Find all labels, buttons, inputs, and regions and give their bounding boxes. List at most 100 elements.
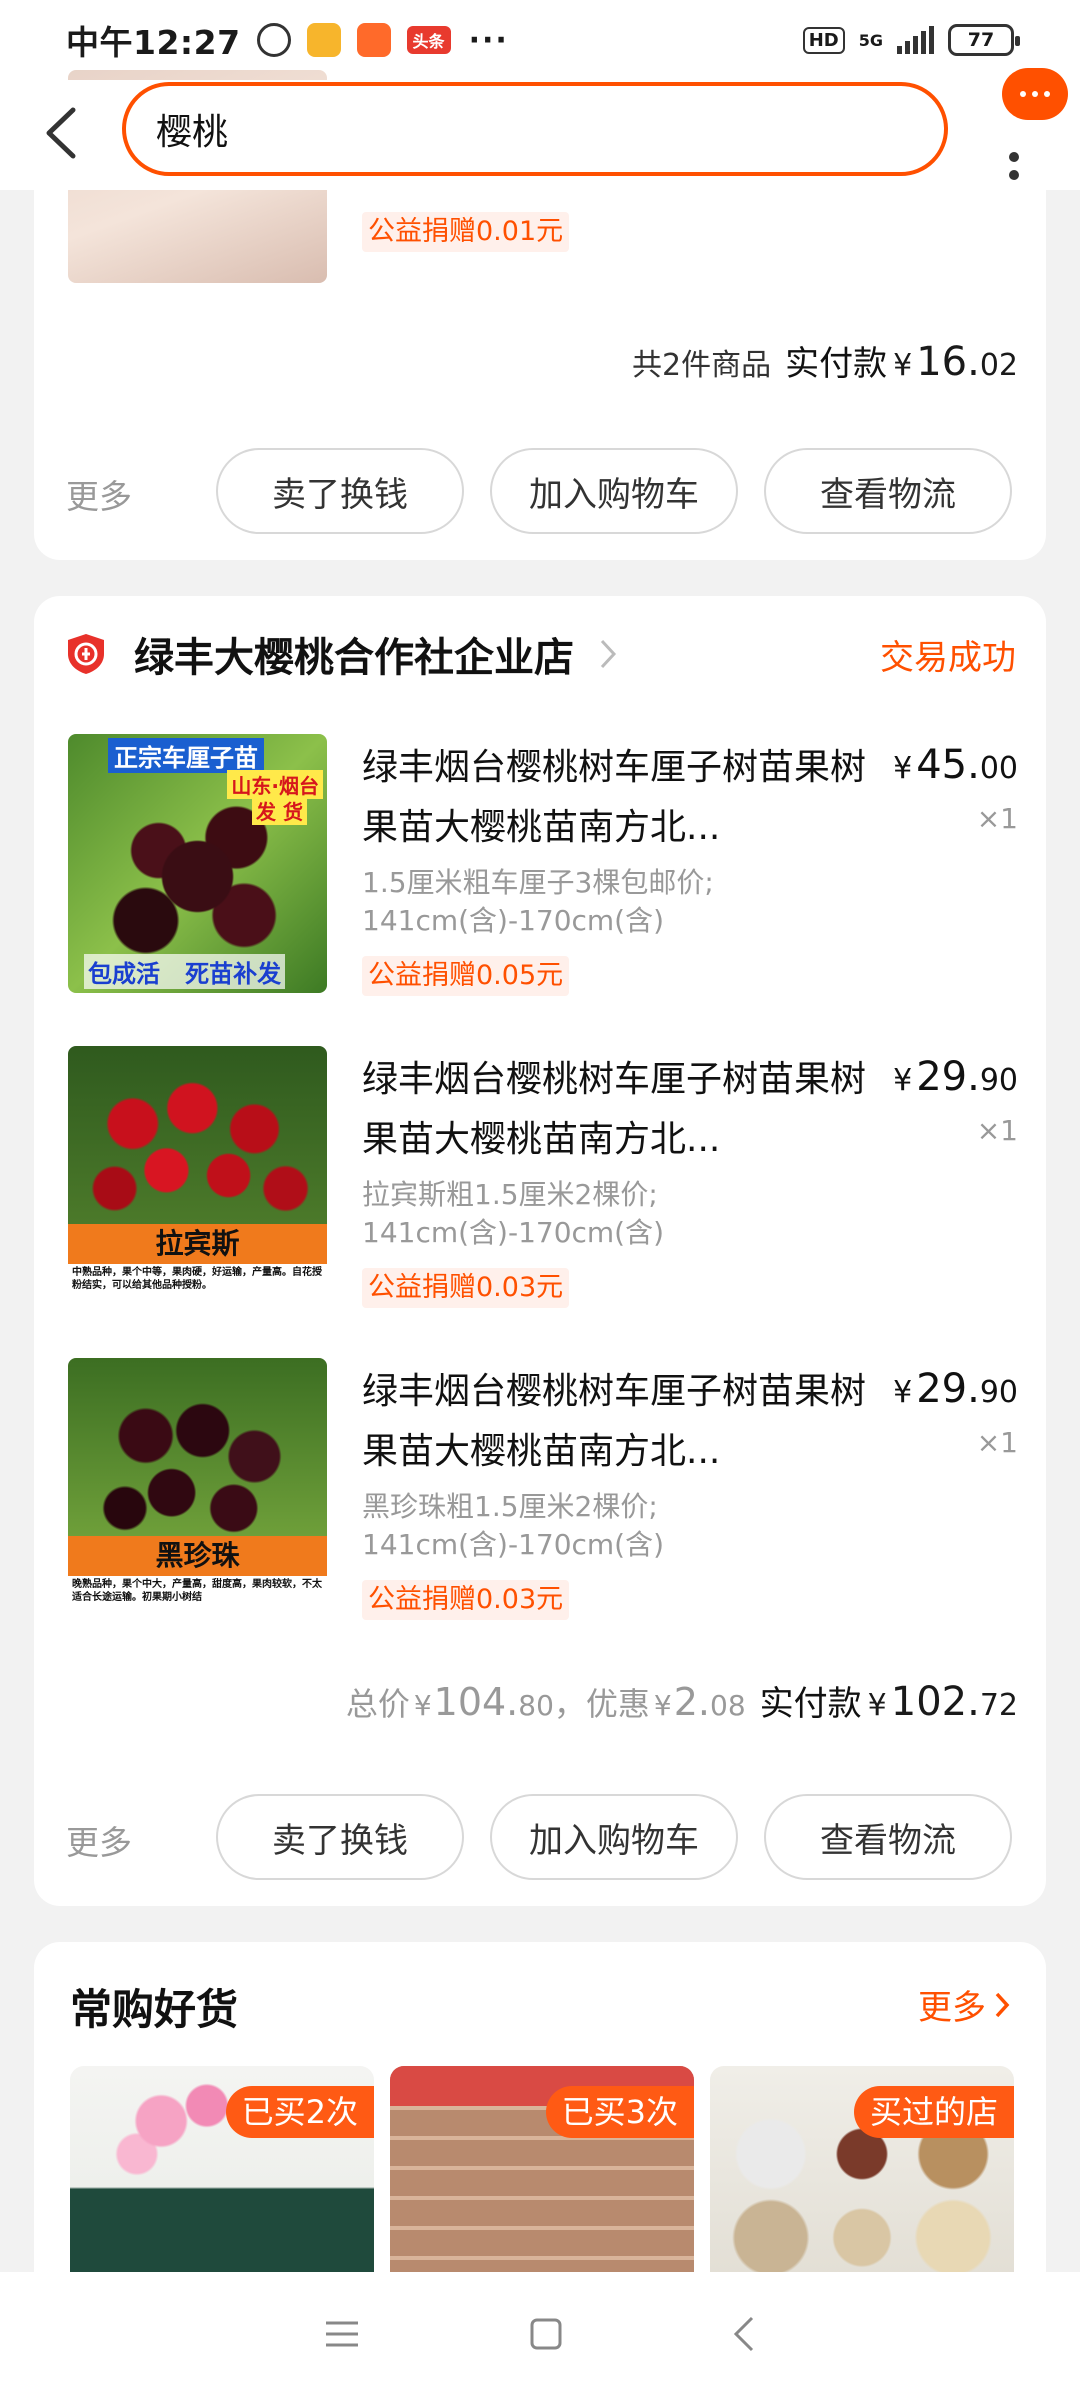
more-button[interactable]: 更多 xyxy=(66,1816,132,1864)
sku-line: 141cm(含)-170cm(含) xyxy=(362,904,665,937)
notes-app-icon xyxy=(306,23,341,57)
system-nav-bar xyxy=(0,2272,1080,2400)
chevron-right-icon xyxy=(600,639,617,669)
network-type: 5G xyxy=(858,30,883,50)
status-time: 中午12:27 xyxy=(66,23,241,62)
back-icon xyxy=(733,2316,753,2352)
battery-icon: 77 xyxy=(948,24,1020,56)
paid-amount-decimal: 02 xyxy=(979,348,1018,383)
variety-label: 黑珍珠 xyxy=(68,1536,327,1576)
item-count: 共2件商品 xyxy=(632,348,772,383)
image-caption-top: 正宗车厘子苗 xyxy=(108,738,264,773)
signal-icon xyxy=(897,26,934,54)
donation-tag: 公益捐赠0.03元 xyxy=(362,1580,570,1620)
back-button[interactable] xyxy=(30,98,90,168)
sell-button[interactable]: 卖了换钱 xyxy=(216,448,464,534)
view-logistics-button[interactable]: 查看物流 xyxy=(764,448,1012,534)
add-to-cart-button[interactable]: 加入购物车 xyxy=(490,1794,738,1880)
more-link-label: 更多 xyxy=(918,1988,986,2028)
section-more-link[interactable]: 更多 xyxy=(918,1980,1010,2029)
price-decimal: 90 xyxy=(979,1375,1018,1410)
order-status: 交易成功 xyxy=(880,637,1016,678)
paid-label: 实付款 xyxy=(785,344,888,384)
product-image[interactable]: 黑珍珠 晚熟品种，果个中大，产量高，甜度高，果肉较软，不太适合长途运输。初果期小… xyxy=(68,1358,327,1617)
purchase-badge: 买过的店 xyxy=(853,2086,1014,2138)
product-sku: 黑珍珠粗1.5厘米2棵价; 141cm(含)-170cm(含) xyxy=(362,1488,882,1564)
discount-amount-decimal: 08 xyxy=(710,1689,746,1722)
product-quantity: ×1 xyxy=(976,1426,1018,1459)
shop-name: 绿丰大樱桃合作社企业店 xyxy=(134,635,574,681)
order-card-2: 绿丰大樱桃合作社企业店 交易成功 正宗车厘子苗 山东·烟台 发 货 包成活 死苗… xyxy=(34,596,1046,1906)
view-logistics-button[interactable]: 查看物流 xyxy=(764,1794,1012,1880)
search-input[interactable]: 樱桃 xyxy=(122,82,948,176)
discount-label: ，优惠 xyxy=(553,1685,650,1723)
total-amount: 104. xyxy=(433,1680,519,1724)
product-title[interactable]: 绿丰烟台樱桃树车厘子树苗果树果苗大樱桃苗南方北... xyxy=(362,1050,882,1170)
paid-amount-decimal: 72 xyxy=(979,1688,1018,1723)
add-to-cart-button[interactable]: 加入购物车 xyxy=(490,448,738,534)
paid-amount: 16. xyxy=(916,339,980,385)
back-arrow-icon xyxy=(46,107,76,159)
toutiao-app-icon: 头条 xyxy=(406,26,451,54)
purchase-badge: 已买2次 xyxy=(225,2086,374,2138)
order-card-1: 公益捐赠0.01元 共2件商品 实付款 ¥ 16. 02 更多 卖了换钱 加入购… xyxy=(34,70,1046,560)
image-caption-region: 山东·烟台 xyxy=(227,770,323,799)
sell-button[interactable]: 卖了换钱 xyxy=(216,1794,464,1880)
product-image[interactable]: 拉宾斯 中熟品种，果个中等，果肉硬，好运输，产量高。自花授粉结实，可以给其他品种… xyxy=(68,1046,327,1305)
product-price: ¥ 29. 90 xyxy=(893,1054,1018,1100)
alarm-icon xyxy=(256,23,291,57)
menu-button[interactable] xyxy=(324,2319,360,2353)
product-title[interactable]: 绿丰烟台樱桃树车厘子树苗果树果苗大樱桃苗南方北... xyxy=(362,1362,882,1482)
currency-symbol: ¥ xyxy=(893,751,913,786)
shopping-app-icon xyxy=(356,23,391,57)
nav-back-button[interactable] xyxy=(732,2315,756,2357)
order-item[interactable]: 黑珍珠 晚熟品种，果个中大，产量高，甜度高，果肉较软，不太适合长途运输。初果期小… xyxy=(34,1358,1046,1628)
more-button[interactable]: 更多 xyxy=(66,470,132,518)
goods-card[interactable]: 已买3次 xyxy=(390,2066,694,2286)
shop-header[interactable]: 绿丰大樱桃合作社企业店 交易成功 xyxy=(64,624,1016,684)
more-notifications-icon: ··· xyxy=(468,22,509,58)
image-caption-bottom: 包成活 死苗补发 xyxy=(84,954,286,989)
home-icon xyxy=(530,2318,562,2350)
order-item[interactable]: 拉宾斯 中熟品种，果个中等，果肉硬，好运输，产量高。自花授粉结实，可以给其他品种… xyxy=(34,1046,1046,1316)
currency-symbol: ¥ xyxy=(893,1063,913,1098)
sku-line: 黑珍珠粗1.5厘米2棵价; xyxy=(362,1490,658,1523)
donation-tag: 公益捐赠0.01元 xyxy=(362,212,570,252)
product-image[interactable]: 正宗车厘子苗 山东·烟台 发 货 包成活 死苗补发 xyxy=(68,734,327,993)
menu-icon xyxy=(326,2321,359,2347)
order-total: 总价 ¥ 104. 80 ，优惠 ¥ 2. 08 实付款 ¥ 102. 72 xyxy=(346,1676,1018,1725)
status-bar: 中午12:27 头条 ··· HD 5G 77 xyxy=(0,0,1080,80)
hd-icon: HD xyxy=(802,26,845,54)
sku-line: 拉宾斯粗1.5厘米2棵价; xyxy=(362,1178,658,1211)
goods-card[interactable]: 已买2次 xyxy=(70,2066,374,2286)
product-sku: 1.5厘米粗车厘子3棵包邮价; 141cm(含)-170cm(含) xyxy=(362,864,882,940)
price-integer: 45. xyxy=(916,742,980,788)
paid-label: 实付款 xyxy=(759,1684,862,1724)
donation-tag: 公益捐赠0.03元 xyxy=(362,1268,570,1308)
variety-desc: 中熟品种，果个中等，果肉硬，好运输，产量高。自花授粉结实，可以给其他品种授粉。 xyxy=(72,1267,322,1291)
product-title[interactable]: 绿丰烟台樱桃树车厘子树苗果树果苗大樱桃苗南方北... xyxy=(362,738,882,858)
product-price: ¥ 45. 00 xyxy=(893,742,1018,788)
search-query: 樱桃 xyxy=(156,112,229,153)
dot xyxy=(1009,170,1019,180)
product-quantity: ×1 xyxy=(976,802,1018,835)
order-actions: 更多 卖了换钱 加入购物车 查看物流 xyxy=(34,1794,1046,1884)
message-bubble-icon[interactable] xyxy=(1002,68,1068,120)
goods-card[interactable]: 买过的店 xyxy=(710,2066,1014,2286)
product-price: ¥ 29. 90 xyxy=(893,1366,1018,1412)
dot xyxy=(1009,152,1019,162)
order-total: 共2件商品 实付款 ¥ 16. 02 xyxy=(632,336,1018,385)
variety-desc: 晚熟品种，果个中大，产量高，甜度高，果肉较软，不太适合长途运输。初果期小树结 xyxy=(72,1579,322,1603)
purchase-badge: 已买3次 xyxy=(545,2086,694,2138)
image-caption-ship: 发 货 xyxy=(252,796,307,825)
currency-symbol: ¥ xyxy=(867,1688,887,1723)
discount-amount: 2. xyxy=(673,1680,711,1724)
price-integer: 29. xyxy=(916,1054,980,1100)
donation-tag: 公益捐赠0.05元 xyxy=(362,956,570,996)
product-quantity: ×1 xyxy=(976,1114,1018,1147)
order-actions: 更多 卖了换钱 加入购物车 查看物流 xyxy=(34,448,1046,538)
home-button[interactable] xyxy=(529,2317,563,2355)
order-item[interactable]: 正宗车厘子苗 山东·烟台 发 货 包成活 死苗补发 绿丰烟台樱桃树车厘子树苗果树… xyxy=(34,734,1046,1004)
total-label: 总价 xyxy=(345,1685,410,1723)
currency-symbol: ¥ xyxy=(893,348,913,383)
